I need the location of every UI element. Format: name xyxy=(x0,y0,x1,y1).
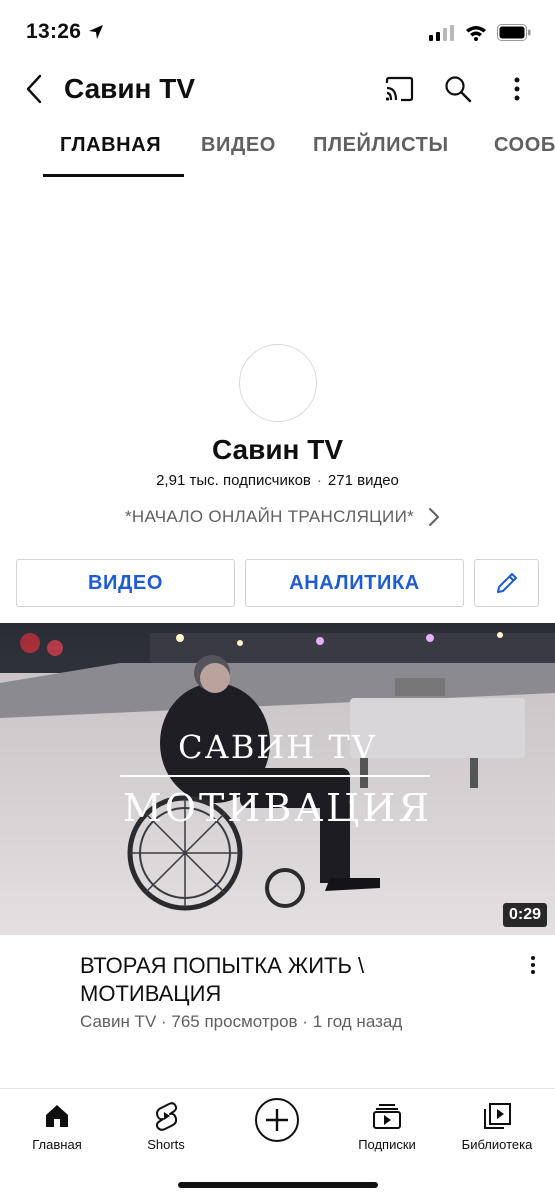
cast-button[interactable] xyxy=(382,72,416,106)
shorts-icon xyxy=(149,1099,183,1133)
nav-create[interactable] xyxy=(227,1097,327,1143)
channel-tabs: ГЛАВНАЯ ВИДЕО ПЛЕЙЛИСТЫ СООБ xyxy=(0,118,555,178)
subscriptions-icon xyxy=(370,1099,404,1133)
page-title: Савин TV xyxy=(64,73,196,104)
nav-shorts[interactable]: Shorts xyxy=(116,1099,216,1152)
location-arrow-icon xyxy=(89,25,104,39)
search-icon xyxy=(445,76,472,103)
channel-link-text: *НАЧАЛО ОНЛАЙН ТРАНСЛЯЦИИ* xyxy=(124,507,415,526)
thumbnail-overlay-channel: САВИН TV xyxy=(178,728,377,766)
cast-icon xyxy=(385,76,414,102)
nav-home[interactable]: Главная xyxy=(7,1099,107,1152)
video-meta: Савин TV · 765 просмотров · 1 год назад xyxy=(80,1012,403,1031)
video-duration: 0:29 xyxy=(502,903,547,927)
video-count: 271 видео xyxy=(327,472,399,489)
channel-stats: 2,91 тыс. подписчиков · 271 видео xyxy=(0,472,555,489)
nav-library-label: Библиотека xyxy=(461,1137,533,1152)
more-vertical-icon xyxy=(514,77,520,101)
wifi-icon xyxy=(466,25,486,41)
clock: 13:26 xyxy=(26,20,82,43)
app-header: Савин TV xyxy=(0,62,555,116)
separator: · xyxy=(316,472,322,489)
channel-about-link[interactable]: *НАЧАЛО ОНЛАЙН ТРАНСЛЯЦИИ* xyxy=(0,507,555,527)
signal-icon xyxy=(429,24,454,41)
back-button[interactable] xyxy=(18,72,50,106)
tab-videos[interactable]: ВИДЕО xyxy=(201,134,276,157)
thumbnail-overlay-title: МОТИВАЦИЯ xyxy=(122,786,433,830)
subscriber-count: 2,91 тыс. подписчиков xyxy=(156,472,311,489)
nav-shorts-label: Shorts xyxy=(147,1137,185,1152)
create-icon xyxy=(254,1097,300,1143)
pencil-icon xyxy=(496,573,517,593)
manage-videos-button[interactable]: ВИДЕО xyxy=(16,559,235,607)
edit-channel-button[interactable] xyxy=(474,559,539,607)
tab-home[interactable]: ГЛАВНАЯ xyxy=(60,134,161,157)
more-vertical-icon xyxy=(531,956,535,974)
analytics-button[interactable]: АНАЛИТИКА xyxy=(245,559,464,607)
chevron-left-icon xyxy=(26,74,42,104)
home-indicator xyxy=(178,1182,378,1188)
tab-playlists[interactable]: ПЛЕЙЛИСТЫ xyxy=(313,134,449,157)
nav-home-label: Главная xyxy=(32,1137,82,1152)
nav-subscriptions-label: Подписки xyxy=(358,1137,416,1152)
video-title[interactable]: ВТОРАЯ ПОПЫТКА ЖИТЬ \ МОТИВАЦИЯ xyxy=(80,952,480,1008)
battery-icon xyxy=(497,24,531,41)
chevron-right-icon xyxy=(429,508,440,526)
status-indicators xyxy=(429,24,531,41)
bottom-navigation: Главная Shorts Подписки Библиотека xyxy=(0,1089,555,1200)
home-icon xyxy=(40,1099,74,1133)
search-button[interactable] xyxy=(441,72,475,106)
video-action-menu-button[interactable] xyxy=(521,952,545,978)
nav-library[interactable]: Библиотека xyxy=(447,1099,547,1152)
library-icon xyxy=(480,1099,514,1133)
status-time: 13:26 xyxy=(26,20,105,44)
channel-name: Савин TV xyxy=(211,434,344,465)
nav-subscriptions[interactable]: Подписки xyxy=(337,1099,437,1152)
tab-community[interactable]: СООБ xyxy=(494,134,555,157)
more-options-button[interactable] xyxy=(500,72,534,106)
thumbnail-image xyxy=(0,623,555,935)
video-thumbnail[interactable]: САВИН TV МОТИВАЦИЯ 0:29 xyxy=(0,623,555,935)
status-bar: 13:26 xyxy=(0,0,555,62)
channel-avatar xyxy=(239,344,317,422)
active-tab-indicator xyxy=(43,174,184,177)
